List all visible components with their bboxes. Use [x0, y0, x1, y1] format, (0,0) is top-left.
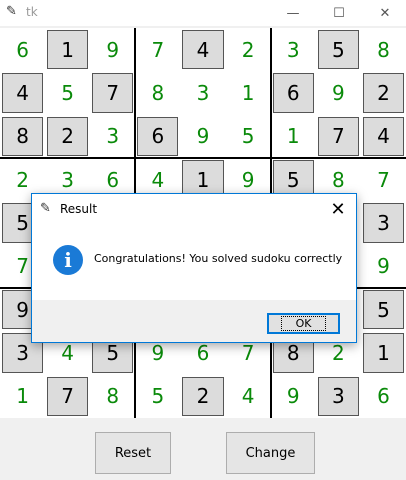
sudoku-cell[interactable]: 9 [182, 116, 224, 156]
sudoku-cell[interactable]: 3 [272, 30, 314, 70]
sudoku-cell[interactable]: 3 [92, 116, 134, 156]
sudoku-cell[interactable]: 5 [137, 376, 179, 416]
sudoku-cell: 2 [47, 116, 89, 156]
sudoku-cell: 3 [362, 203, 404, 243]
reset-button[interactable]: Reset [95, 432, 171, 474]
sudoku-cell: 7 [317, 116, 359, 156]
sudoku-cell[interactable]: 8 [362, 30, 404, 70]
sudoku-cell[interactable]: 2 [227, 30, 269, 70]
dialog-body: i Congratulations! You solved sudoku cor… [32, 224, 356, 300]
sudoku-cell[interactable]: 9 [92, 30, 134, 70]
feather-icon: ✎ [40, 201, 51, 216]
sudoku-cell[interactable]: 1 [2, 376, 44, 416]
feather-icon: ✎ [6, 4, 17, 19]
sudoku-cell[interactable]: 7 [362, 159, 404, 200]
sudoku-cell[interactable]: 8 [92, 376, 134, 416]
sudoku-cell: 5 [362, 289, 404, 330]
info-icon: i [53, 245, 83, 275]
ok-button-label: OK [280, 316, 327, 331]
sudoku-cell[interactable]: 9 [317, 73, 359, 113]
dialog-message: Congratulations! You solved sudoku corre… [94, 252, 343, 265]
sudoku-cell[interactable]: 5 [227, 116, 269, 156]
dialog-title-bar: ✎ Result ✕ [32, 194, 356, 224]
sudoku-cell: 2 [362, 73, 404, 113]
change-button[interactable]: Change [226, 432, 315, 474]
sudoku-cell[interactable]: 8 [137, 73, 179, 113]
sudoku-cell: 4 [2, 73, 44, 113]
minimize-button[interactable]: — [270, 0, 316, 26]
sudoku-cell[interactable]: 7 [137, 30, 179, 70]
sudoku-cell[interactable]: 6 [362, 376, 404, 416]
box-divider-horizontal [0, 157, 406, 159]
sudoku-cell: 4 [182, 30, 224, 70]
sudoku-cell: 6 [272, 73, 314, 113]
window-title: tk [26, 5, 38, 19]
sudoku-cell[interactable]: 1 [272, 116, 314, 156]
sudoku-cell[interactable]: 5 [47, 73, 89, 113]
close-button[interactable]: ✕ [362, 0, 406, 26]
result-dialog: ✎ Result ✕ i Congratulations! You solved… [31, 193, 357, 343]
sudoku-cell: 3 [317, 376, 359, 416]
sudoku-cell: 8 [2, 116, 44, 156]
sudoku-cell[interactable]: 1 [227, 73, 269, 113]
sudoku-cell: 6 [137, 116, 179, 156]
sudoku-cell[interactable]: 9 [362, 246, 404, 286]
sudoku-cell: 4 [362, 116, 404, 156]
maximize-button[interactable]: ☐ [316, 0, 362, 26]
dialog-title: Result [60, 202, 98, 216]
sudoku-cell: 7 [47, 376, 89, 416]
sudoku-cell[interactable]: 3 [182, 73, 224, 113]
sudoku-cell[interactable]: 9 [272, 376, 314, 416]
sudoku-cell: 1 [47, 30, 89, 70]
sudoku-cell: 2 [182, 376, 224, 416]
sudoku-cell: 5 [317, 30, 359, 70]
title-bar: ✎ tk — ☐ ✕ [0, 0, 406, 26]
sudoku-cell[interactable]: 6 [2, 30, 44, 70]
sudoku-cell: 7 [92, 73, 134, 113]
button-bar [0, 418, 406, 480]
ok-button[interactable]: OK [267, 313, 340, 334]
sudoku-cell[interactable]: 4 [227, 376, 269, 416]
dialog-close-button[interactable]: ✕ [320, 194, 356, 224]
sudoku-cell: 1 [362, 333, 404, 373]
